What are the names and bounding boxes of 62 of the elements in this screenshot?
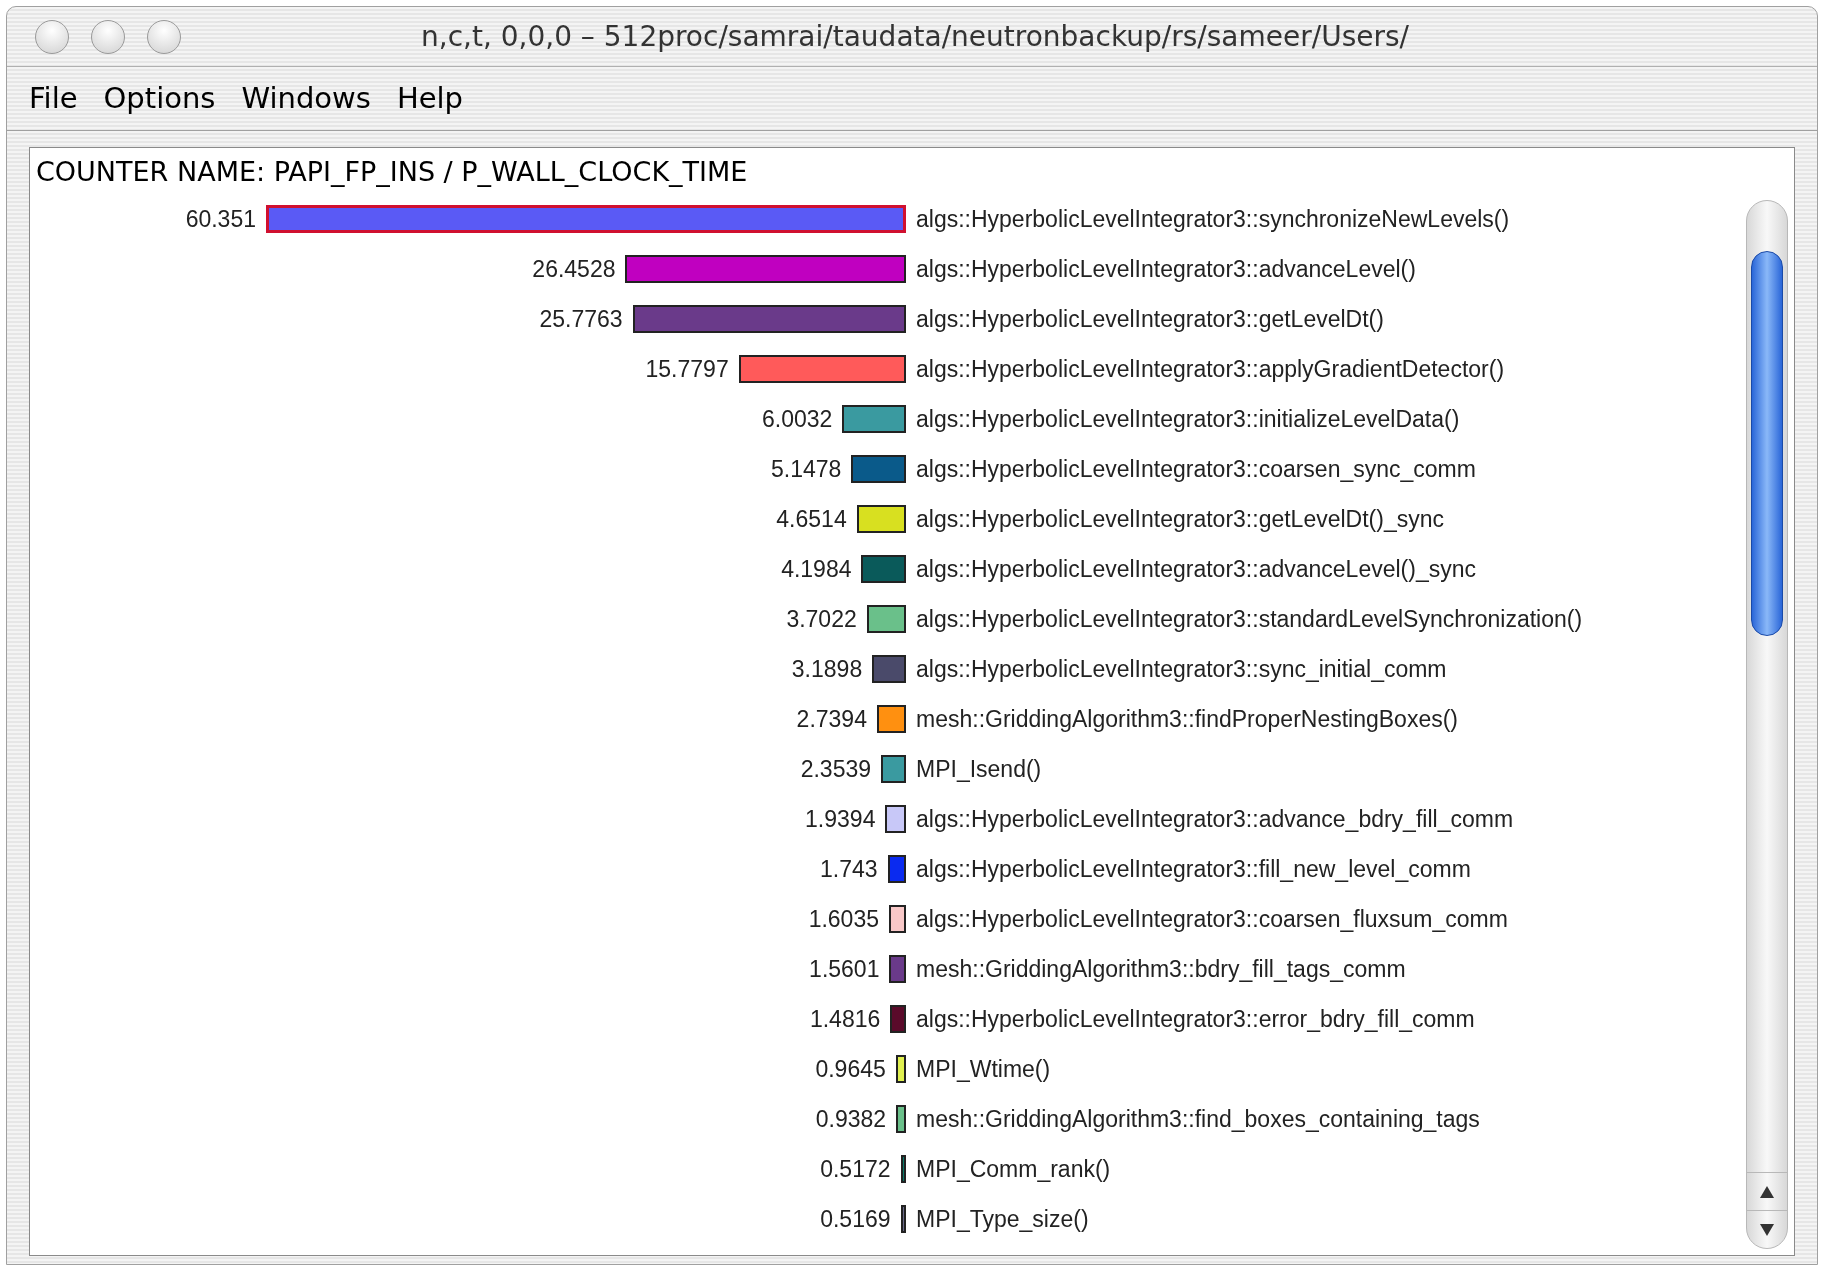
bar-value: 6.0032	[762, 404, 833, 434]
bar[interactable]	[895, 1055, 906, 1083]
function-name: algs::HyperbolicLevelIntegrator3::getLevelDt()	[916, 304, 1384, 334]
function-name: algs::HyperbolicLevelIntegrator3::standardLevelSynchronization()	[916, 604, 1583, 634]
bar[interactable]	[900, 1205, 906, 1233]
bar-value: 60.351	[185, 204, 256, 234]
bar-value: 0.9645	[815, 1054, 886, 1084]
bar[interactable]	[889, 905, 906, 933]
bar-value: 0.5172	[820, 1154, 891, 1184]
bar-value: 15.7797	[645, 354, 729, 384]
bar[interactable]	[887, 855, 906, 883]
bar-value: 4.1984	[781, 554, 852, 584]
bar-value: 3.7022	[786, 604, 857, 634]
window-title: n,c,t, 0,0,0 – 512proc/samrai/taudata/neutronbackup/rs/sameer/Users/	[420, 18, 1410, 55]
function-name: algs::HyperbolicLevelIntegrator3::error_bdry_fill_comm	[916, 1004, 1475, 1034]
scrollbar[interactable]	[1746, 200, 1788, 1249]
function-name: algs::HyperbolicLevelIntegrator3::advanceLevel()_sync	[916, 554, 1476, 584]
function-name: MPI_Comm_rank()	[916, 1154, 1111, 1184]
menu-item[interactable]: Windows	[237, 76, 375, 121]
bar-value: 1.4816	[809, 1004, 881, 1034]
function-name: algs::HyperbolicLevelIntegrator3::fill_new_level_comm	[916, 854, 1471, 884]
scrollbar-thumb[interactable]	[1751, 251, 1783, 636]
function-name: algs::HyperbolicLevelIntegrator3::advanceLevel()	[916, 254, 1416, 284]
bar-value: 4.6514	[776, 504, 847, 534]
function-name: algs::HyperbolicLevelIntegrator3::sync_initial_comm	[916, 654, 1447, 684]
bar-value: 1.6035	[808, 904, 879, 934]
function-name: mesh::GriddingAlgorithm3::findProperNestingBoxes()	[916, 704, 1459, 734]
bar[interactable]	[866, 605, 906, 633]
bar[interactable]	[896, 1105, 906, 1133]
bar-value: 25.7763	[539, 304, 623, 334]
bar-value: 1.743	[819, 854, 878, 884]
function-name: algs::HyperbolicLevelIntegrator3::synchronizeNewLevels()	[916, 204, 1510, 234]
menu-item[interactable]: Help	[392, 76, 467, 121]
bar-value: 5.1478	[771, 454, 842, 484]
counter-name-header: COUNTER NAME: PAPI_FP_INS / P_WALL_CLOCK_TIME	[35, 155, 749, 189]
bar-value: 1.5601	[809, 954, 880, 984]
up-arrow-icon	[1760, 1185, 1774, 1198]
function-name: MPI_Type_size()	[916, 1204, 1089, 1234]
function-name: mesh::GriddingAlgorithm3::find_boxes_containing_tags	[916, 1104, 1480, 1134]
menu-item[interactable]: File	[25, 76, 82, 121]
bar[interactable]	[900, 1155, 906, 1183]
bar[interactable]	[885, 805, 906, 833]
function-name: mesh::GriddingAlgorithm3::bdry_fill_tags_comm	[916, 954, 1406, 984]
function-name: algs::HyperbolicLevelIntegrator3::coarsen_fluxsum_comm	[916, 904, 1508, 934]
function-name: MPI_Wtime()	[916, 1054, 1051, 1084]
bar-value: 3.1898	[791, 654, 863, 684]
function-name: algs::HyperbolicLevelIntegrator3::applyGradientDetector()	[916, 354, 1505, 384]
function-name: algs::HyperbolicLevelIntegrator3::initializeLevelData()	[916, 404, 1460, 434]
bar[interactable]	[876, 705, 906, 733]
function-name: MPI_Isend()	[916, 754, 1042, 784]
bar-value: 0.9382	[815, 1104, 887, 1134]
function-name: algs::HyperbolicLevelIntegrator3::coarsen_sync_comm	[916, 454, 1476, 484]
bar-value: 26.4528	[532, 254, 616, 284]
bar[interactable]	[856, 505, 906, 533]
function-name: algs::HyperbolicLevelIntegrator3::advance_bdry_fill_comm	[916, 804, 1514, 834]
bar-value: 2.7394	[796, 704, 867, 734]
down-arrow-icon	[1760, 1223, 1774, 1236]
function-name: algs::HyperbolicLevelIntegrator3::getLevelDt()_sync	[916, 504, 1444, 534]
bar-value: 2.3539	[800, 754, 872, 784]
bar-value: 0.5169	[820, 1204, 891, 1234]
menu-item[interactable]: Options	[99, 76, 220, 121]
bar-value: 1.9394	[805, 804, 876, 834]
